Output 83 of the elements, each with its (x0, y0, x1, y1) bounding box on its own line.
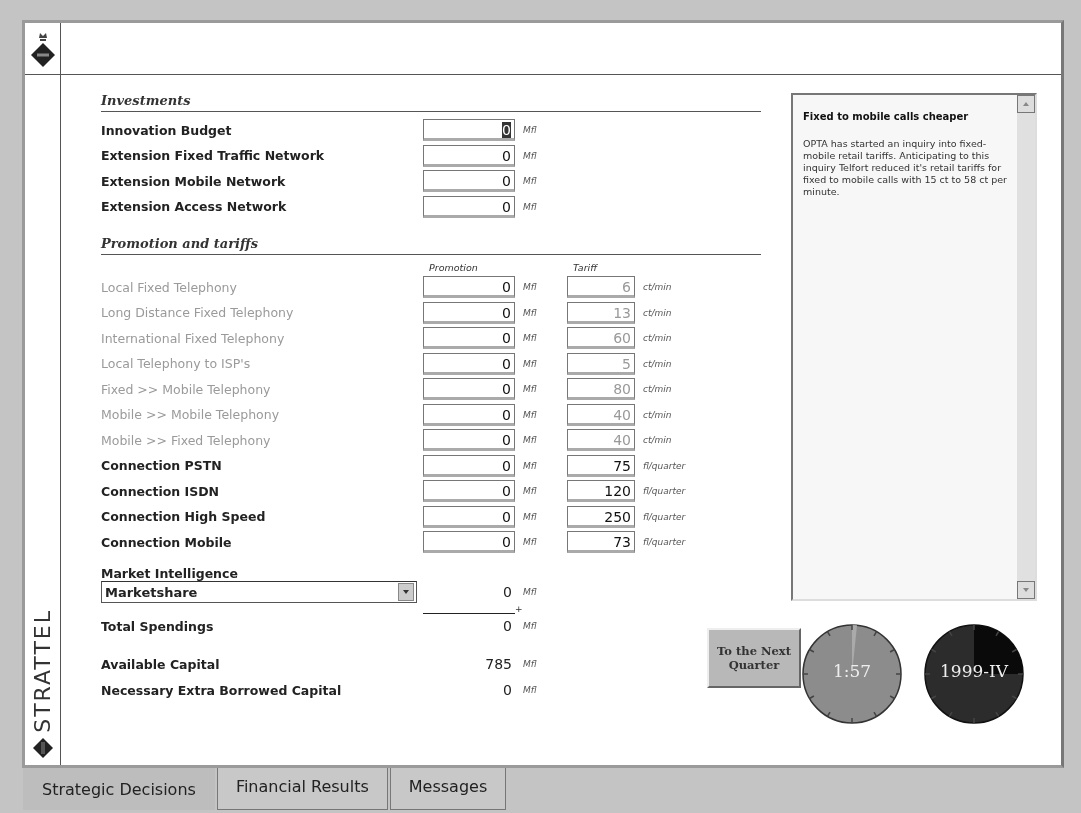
unit-label: fl/quarter (642, 511, 687, 522)
scroll-down-icon[interactable] (1017, 581, 1035, 599)
field-label: Fixed >> Mobile Telephony (101, 381, 272, 397)
unit-label: ct/min (642, 307, 673, 318)
unit-label: Mfl (522, 307, 538, 318)
unit-label: Mfl (522, 176, 538, 186)
unit-label: Mfl (522, 587, 538, 597)
field-label: Long Distance Fixed Telephony (101, 305, 295, 320)
unit-label: Mfl (522, 659, 538, 669)
unit-label: ct/min (642, 333, 673, 343)
unit-label: fl/quarter (642, 486, 687, 496)
message-title: Fixed to mobile calls cheaper (803, 111, 970, 122)
next-quarter-button[interactable]: To the Next Quarter (707, 628, 801, 688)
unit-label: Mfl (522, 685, 538, 695)
tab[interactable]: Strategic Decisions (23, 768, 215, 810)
unit-label: Mfl (522, 511, 538, 522)
unit-label: Mfl (522, 358, 538, 369)
unit-label: Mfl (522, 125, 538, 135)
unit-label: Mfl (522, 486, 538, 496)
plus-sign: + (515, 603, 524, 614)
unit-label: ct/min (642, 409, 673, 420)
section-heading: Promotion and tariffs (101, 235, 761, 255)
field-label: Extension Access Network (101, 199, 288, 214)
total-label: Available Capital (101, 656, 221, 672)
field-label: Connection ISDN (101, 483, 221, 499)
column-header: Tariff (572, 261, 599, 273)
tariff-field[interactable]: 75 (567, 454, 635, 477)
column-header: Promotion (428, 261, 479, 273)
tariff-field[interactable]: 250 (567, 505, 635, 528)
field-label: Extension Fixed Traffic Network (101, 148, 326, 163)
unit-label: ct/min (642, 435, 673, 445)
unit-label: Mfl (522, 201, 538, 212)
tab[interactable]: Messages (389, 768, 507, 810)
tariff-field[interactable]: 73 (567, 531, 635, 553)
total-label: Necessary Extra Borrowed Capital (101, 682, 343, 698)
unit-label: ct/min (642, 384, 673, 394)
promotion-field[interactable]: 0 (423, 505, 515, 528)
promotion-field[interactable]: 0 (423, 454, 515, 477)
unit-label: fl/quarter (642, 537, 687, 547)
unit-label: ct/min (642, 282, 673, 292)
unit-label: ct/min (642, 358, 673, 369)
total-value: 0 (502, 682, 513, 698)
message-body: OPTA has started an inquiry into fixed-mobile retail tariffs. Anticipating to this inquiry Telfort reduced it's retail tariffs for fixed to mobile calls with 15 ct to 58 ct per minute. (803, 138, 1008, 198)
field-label: Mobile >> Mobile Telephony (101, 407, 281, 422)
field-label: Local Fixed Telephony (101, 279, 238, 295)
field-label: Mobile >> Fixed Telephony (101, 432, 272, 448)
field-label: Extension Mobile Network (101, 173, 287, 189)
logo-icon (31, 737, 54, 759)
total-value: 0 (502, 618, 513, 634)
amount-value: 0 (502, 584, 513, 600)
field-label: Connection PSTN (101, 458, 223, 473)
field-label: Innovation Budget (101, 122, 233, 138)
field-label: Market Intelligence (101, 566, 239, 581)
field-label: Connection Mobile (101, 534, 233, 550)
total-label: Total Spendings (101, 618, 215, 634)
amount-field[interactable]: 0 (423, 170, 515, 192)
promotion-field[interactable]: 0 (423, 531, 515, 553)
scroll-up-icon[interactable] (1017, 95, 1035, 113)
dial-label: 1999-IV (939, 661, 1010, 681)
unit-label: Mfl (522, 333, 538, 343)
tariff-field[interactable]: 120 (567, 480, 635, 502)
promotion-field[interactable]: 0 (423, 480, 515, 502)
unit-label: Mfl (522, 384, 538, 394)
amount-field[interactable]: 0 (423, 195, 515, 218)
unit-label: fl/quarter (642, 460, 687, 471)
unit-label: Mfl (522, 409, 538, 420)
total-value: 785 (484, 656, 513, 672)
unit-label: Mfl (522, 150, 538, 161)
field-label: International Fixed Telephony (101, 330, 286, 346)
section-heading: Investments (101, 93, 761, 112)
field-label: Connection High Speed (101, 509, 267, 524)
dropdown[interactable]: Marketshare (101, 581, 417, 603)
amount-field[interactable]: 0 (423, 119, 515, 141)
dial-label: 1:57 (831, 661, 873, 681)
field-label: Local Telephony to ISP's (101, 356, 252, 371)
amount-field[interactable]: 0 (423, 144, 515, 167)
unit-label: Mfl (522, 537, 538, 547)
unit-label: Mfl (522, 621, 538, 631)
unit-label: Mfl (522, 435, 538, 445)
unit-label: Mfl (522, 282, 538, 292)
tab[interactable]: Financial Results (216, 768, 388, 810)
brand-name: STRATTEL (30, 609, 55, 733)
unit-label: Mfl (522, 460, 538, 471)
